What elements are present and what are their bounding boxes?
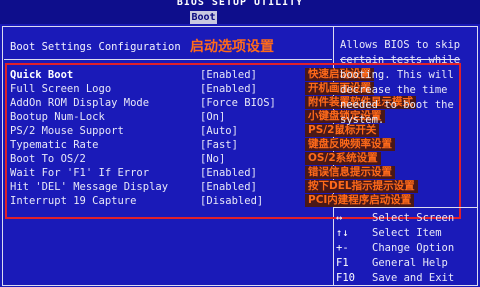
help-line: needed to boot the	[340, 99, 454, 111]
help-line: decrease the time	[340, 84, 448, 96]
key-hint-desc: Save and Exit	[372, 272, 455, 284]
key-hint-desc: Change Option	[372, 242, 455, 254]
help-text: Allows BIOS to skip certain tests while …	[340, 38, 476, 128]
setting-note-cn: OS/2系统设置	[305, 152, 381, 165]
setting-value[interactable]: [Force BIOS]	[200, 96, 276, 110]
key-hint-change-option: +- Change Option	[334, 241, 480, 256]
f10-key: F10	[336, 272, 355, 284]
setting-value[interactable]: [Enabled]	[200, 82, 257, 96]
key-hint-select-screen: ↔ Select Screen	[334, 211, 480, 226]
setting-value[interactable]: [Enabled]	[200, 68, 257, 82]
setting-value[interactable]: [Enabled]	[200, 166, 257, 180]
setting-row-boot-to-os2[interactable]: Boot To OS/2 [No] OS/2系统设置	[0, 152, 480, 166]
setting-label: Interrupt 19 Capture	[10, 195, 137, 207]
tab-boot[interactable]: Boot	[190, 11, 217, 24]
utility-title: BIOS SETUP UTILITY	[176, 0, 304, 8]
key-hint-save-exit: F10 Save and Exit	[334, 271, 480, 286]
setting-label: Typematic Rate	[10, 139, 99, 151]
key-hint-desc: Select Screen	[372, 212, 455, 224]
help-line: system.	[340, 114, 385, 126]
setting-note-cn: 按下DEL指示提示设置	[305, 180, 418, 193]
setting-value[interactable]: [Enabled]	[200, 180, 257, 194]
setting-note-cn: PCI内建程序启动设置	[305, 194, 415, 207]
f1-key: F1	[336, 257, 349, 269]
help-line: booting. This will	[340, 69, 454, 81]
arrow-up-down-icon: ↑↓	[336, 227, 349, 239]
arrow-left-right-icon: ↔	[336, 212, 343, 224]
section-title: Boot Settings Configuration	[10, 41, 181, 53]
keys-divider	[334, 207, 477, 208]
help-line: certain tests while	[340, 54, 461, 66]
setting-value[interactable]: [Auto]	[200, 124, 238, 138]
setting-row-interrupt-19-capture[interactable]: Interrupt 19 Capture [Disabled] PCI内建程序启…	[0, 194, 480, 208]
setting-row-hit-del-message[interactable]: Hit 'DEL' Message Display [Enabled] 按下DE…	[0, 180, 480, 194]
setting-note-cn: 错误信息提示设置	[305, 166, 395, 179]
key-hint-select-item: ↑↓ Select Item	[334, 226, 480, 241]
plus-minus-key: +-	[336, 242, 349, 254]
heading-divider	[4, 59, 332, 60]
setting-row-wait-for-f1[interactable]: Wait For 'F1' If Error [Enabled] 错误信息提示设…	[0, 166, 480, 180]
setting-label: AddOn ROM Display Mode	[10, 97, 150, 109]
setting-value[interactable]: [On]	[200, 110, 225, 124]
setting-label: Bootup Num-Lock	[10, 111, 105, 123]
setting-label: PS/2 Mouse Support	[10, 125, 124, 137]
setting-row-typematic-rate[interactable]: Typematic Rate [Fast] 键盘反映频率设置	[0, 138, 480, 152]
title-bar: BIOS SETUP UTILITY Boot	[0, 0, 480, 24]
setting-label: Hit 'DEL' Message Display	[10, 181, 169, 193]
help-line: Allows BIOS to skip	[340, 39, 461, 51]
setting-value[interactable]: [Disabled]	[200, 194, 263, 208]
setting-label: Boot To OS/2	[10, 153, 86, 165]
key-hint-general-help: F1 General Help	[334, 256, 480, 271]
setting-label: Wait For 'F1' If Error	[10, 167, 150, 179]
setting-label: Quick Boot	[10, 69, 74, 81]
setting-label: Full Screen Logo	[10, 83, 112, 95]
section-title-cn: 启动选项设置	[190, 39, 274, 55]
setting-value[interactable]: [No]	[200, 152, 225, 166]
key-hint-desc: General Help	[372, 257, 448, 269]
setting-value[interactable]: [Fast]	[200, 138, 238, 152]
setting-note-cn: 键盘反映频率设置	[305, 138, 395, 151]
key-hint-desc: Select Item	[372, 227, 442, 239]
